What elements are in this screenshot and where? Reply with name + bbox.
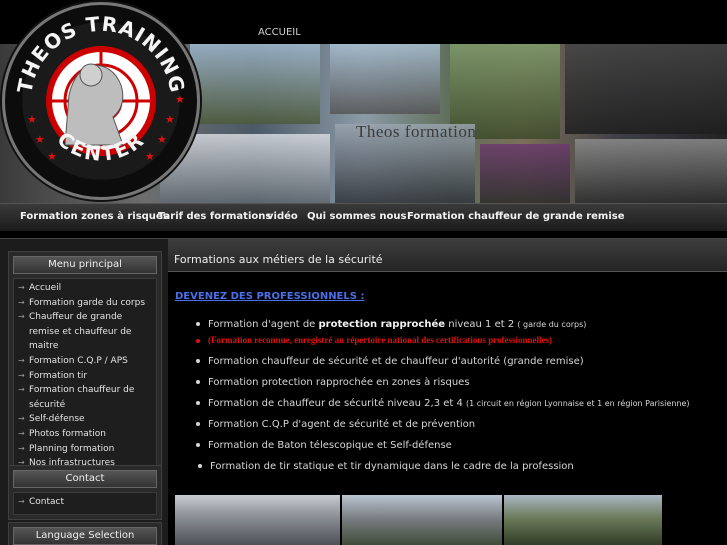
- list-item: Formation de Baton télescopique et Self-…: [196, 440, 452, 451]
- contact-title: Contact: [13, 470, 157, 488]
- page-title: Formations aux métiers de la sécurité: [174, 253, 383, 266]
- arrow-right-icon: →: [18, 312, 25, 322]
- banner-photo: [190, 44, 320, 124]
- list-item: Formation de tir statique et tir dynamiq…: [198, 461, 574, 472]
- menu-item-photos-formation[interactable]: → Photos formation: [18, 427, 152, 442]
- language-title: Language Selection: [13, 527, 157, 545]
- nav-formation-chauffeur[interactable]: Formation chauffeur de grande remise: [407, 211, 625, 222]
- bullet-icon: [198, 464, 202, 468]
- site-logo[interactable]: THEOS TRAINING CENTER ★ ★ ★ ★ ★ ★ ★: [2, 2, 200, 200]
- menu-list: → Accueil → Formation garde du corps → Chau…: [13, 278, 157, 476]
- training-photo[interactable]: [175, 495, 340, 545]
- bullet-icon: [196, 338, 200, 343]
- svg-text:★: ★: [165, 113, 175, 126]
- bullet-icon: [196, 322, 200, 326]
- svg-text:★: ★: [27, 113, 37, 126]
- bullet-icon: [196, 422, 200, 426]
- menu-item-formation-tir[interactable]: → Formation tir: [18, 369, 152, 384]
- banner-photo: [330, 44, 440, 114]
- list-item-certification: (Formation reconnue, enregistré au réper…: [196, 335, 552, 345]
- menu-item-chauffeur-grande-remise[interactable]: → Chauffeur de grande remise et chauffeur…: [18, 310, 152, 354]
- contact-box: Contact → Contact: [8, 465, 162, 520]
- menu-title: Menu principal: [13, 256, 157, 274]
- arrow-right-icon: →: [18, 428, 25, 438]
- nav-formation-zones-risques[interactable]: Formation zones à risques: [20, 211, 169, 222]
- menu-item-cqp-aps[interactable]: → Formation C.Q.P / APS: [18, 354, 152, 369]
- arrow-right-icon: →: [18, 370, 25, 380]
- arrow-right-icon: →: [18, 355, 25, 365]
- list-item: Formation C.Q.P d'agent de sécurité et d…: [196, 419, 475, 430]
- contact-list: → Contact: [13, 492, 157, 515]
- banner-photo: [575, 139, 727, 203]
- main-area: Menu principal → Accueil → Formation garde…: [0, 238, 727, 545]
- menu-item-contact[interactable]: → Contact: [18, 495, 152, 510]
- menu-item-self-defense[interactable]: → Self-défense: [18, 412, 152, 427]
- language-box: Language Selection: [8, 522, 162, 545]
- list-item: Formation chauffeur de sécurité et de ch…: [196, 356, 584, 367]
- svg-text:★: ★: [145, 150, 155, 163]
- training-photo[interactable]: [504, 495, 662, 545]
- bullet-icon: [196, 380, 200, 384]
- banner-photo: [480, 144, 570, 203]
- arrow-right-icon: →: [18, 283, 25, 292]
- menu-item-chauffeur-securite[interactable]: → Formation chauffeur de sécurité: [18, 383, 152, 412]
- bullet-icon: [196, 359, 200, 363]
- menu-item-garde-du-corps[interactable]: → Formation garde du corps: [18, 296, 152, 311]
- nav-qui-sommes-nous[interactable]: Qui sommes nous: [307, 211, 406, 222]
- arrow-right-icon: →: [18, 414, 25, 424]
- arrow-right-icon: →: [18, 385, 25, 395]
- nav-tarif-formations[interactable]: Tarif des formations: [158, 211, 271, 222]
- top-link-accueil[interactable]: ACCUEIL: [258, 27, 301, 38]
- page: ACCUEIL Theos formation THEOS TRAINING C…: [0, 0, 727, 545]
- arrow-right-icon: →: [18, 297, 25, 307]
- menu-item-planning-formation[interactable]: → Planning formation: [18, 442, 152, 457]
- svg-text:★: ★: [35, 133, 45, 146]
- devenez-link[interactable]: DEVENEZ DES PROFESSIONNELS :: [175, 291, 364, 302]
- content-panel: Formations aux métiers de la sécurité DE…: [168, 239, 727, 545]
- target-logo-icon: THEOS TRAINING CENTER ★ ★ ★ ★ ★ ★ ★: [12, 12, 188, 166]
- svg-text:★: ★: [175, 93, 185, 106]
- bullet-icon: [196, 401, 200, 405]
- arrow-right-icon: →: [18, 497, 25, 506]
- menu-item-accueil[interactable]: → Accueil: [18, 281, 152, 296]
- menu-box: Menu principal → Accueil → Formation garde…: [8, 251, 162, 481]
- banner-title: Theos formation: [356, 122, 477, 141]
- list-item: Formation d'agent de protection rapproch…: [196, 319, 586, 330]
- main-nav: Formation zones à risques Tarif des form…: [0, 203, 727, 231]
- content-header: Formations aux métiers de la sécurité: [168, 239, 727, 272]
- banner-photo: [565, 44, 727, 134]
- nav-video[interactable]: vidéo: [267, 211, 298, 222]
- arrow-right-icon: →: [18, 443, 25, 453]
- training-photo[interactable]: [342, 495, 502, 545]
- list-item: Formation protection rapprochée en zones…: [196, 377, 470, 388]
- svg-text:★: ★: [157, 133, 167, 146]
- svg-text:★: ★: [47, 150, 57, 163]
- list-item: Formation de chauffeur de sécurité nivea…: [196, 398, 690, 409]
- bullet-icon: [196, 443, 200, 447]
